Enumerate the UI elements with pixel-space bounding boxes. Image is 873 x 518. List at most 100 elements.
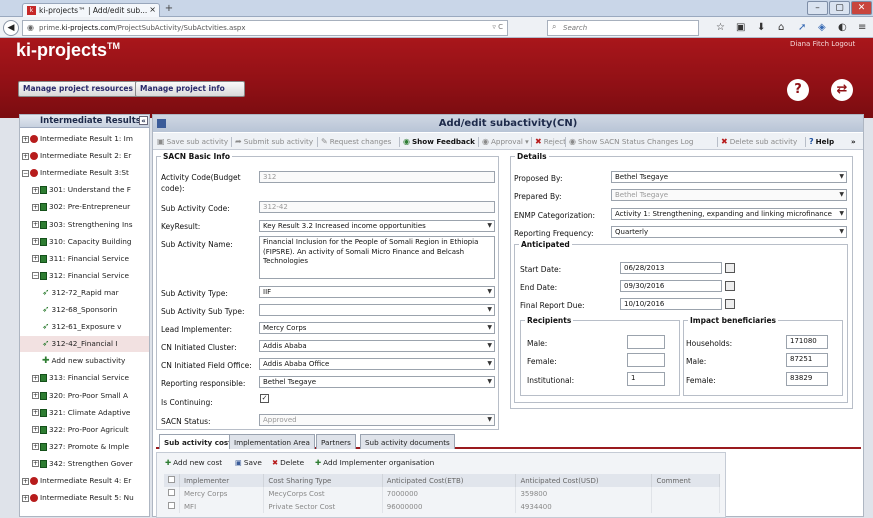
more-toolbar-icon[interactable]: » (851, 133, 856, 149)
add-implementer-organisation-button[interactable]: ✚ Add Implementer organisation (315, 456, 434, 470)
column-header[interactable]: Comment (651, 474, 720, 487)
row-checkbox[interactable] (168, 489, 175, 496)
sub-activity-name-textarea[interactable]: Financial Inclusion for the People of So… (259, 236, 495, 279)
expand-icon[interactable]: + (32, 460, 39, 468)
expand-icon[interactable]: + (32, 221, 39, 228)
end-date-input[interactable]: 09/30/2016 (620, 280, 722, 292)
tree-item[interactable]: + Intermediate Result 4: Er (20, 473, 149, 489)
key-result-select[interactable]: Key Result 3.2 Increased income opportun… (259, 220, 495, 232)
tree-item[interactable]: + Intermediate Result 5: Nu (20, 490, 149, 506)
table-row[interactable]: Mercy Corps MecyCorps Cost 7000000 35980… (164, 487, 720, 500)
browser-tab[interactable]: k ki-projects™ | Add/edit sub... × (22, 3, 160, 17)
start-date-input[interactable]: 06/28/2013 (620, 262, 722, 274)
switch-project-icon[interactable]: ⇄ (831, 79, 853, 101)
tree-item[interactable]: +311: Financial Service (20, 251, 149, 267)
expand-icon[interactable]: + (32, 443, 39, 451)
tree-item[interactable]: +313: Financial Service (20, 370, 149, 386)
tab-partners[interactable]: Partners (316, 434, 356, 449)
cluster-select[interactable]: Addis Ababa (259, 340, 495, 352)
tree-item[interactable]: +303: Strengthening Ins (20, 217, 149, 233)
tree-item[interactable]: + Intermediate Result 1: Im (20, 131, 149, 147)
bookmark-star-icon[interactable]: ☆ (716, 22, 725, 33)
field-office-select[interactable]: Addis Ababa Office (259, 358, 495, 370)
collapse-icon[interactable]: − (22, 169, 29, 177)
column-header[interactable]: Implementer (179, 474, 265, 487)
prepared-by-select[interactable]: Bethel Tsegaye (611, 189, 847, 201)
select-all-header[interactable] (164, 474, 180, 487)
select-all-checkbox[interactable] (168, 476, 175, 483)
tree-item[interactable]: ➶ 312-61_Exposure v (20, 319, 149, 335)
add-subactivity-item[interactable]: ✚ Add new subactivity (20, 353, 149, 369)
tree-item[interactable]: +320: Pro-Poor Small A (20, 388, 149, 404)
save-sub-activity-button[interactable]: ▣ Save sub activity (157, 133, 228, 149)
maximize-button[interactable]: ▢ (829, 1, 850, 15)
help-button[interactable]: ? Help (809, 133, 834, 149)
reporting-responsible-select[interactable]: Bethel Tsegaye (259, 376, 495, 388)
send-icon[interactable]: ➚ (798, 22, 806, 33)
tree-item[interactable]: ➶ 312-72_Rapid mar (20, 285, 149, 301)
recipients-institutional-input[interactable]: 1 (627, 372, 665, 386)
column-header[interactable]: Anticipated Cost(USD) (515, 474, 653, 487)
submit-sub-activity-button[interactable]: ➦ Submit sub activity (235, 133, 313, 149)
row-checkbox[interactable] (168, 502, 175, 509)
manage-project-resources-button[interactable]: Manage project resources (18, 81, 138, 97)
manage-project-info-button[interactable]: Manage project info (135, 81, 245, 97)
show-feedback-button[interactable]: ◉ Show Feedback (403, 133, 475, 149)
tab-sub-activity-cost[interactable]: Sub activity cost (159, 434, 237, 449)
tree-item[interactable]: ➶ 312-42_Financial I (20, 336, 149, 353)
new-tab-button[interactable]: + (162, 3, 176, 16)
collapse-panel-icon[interactable]: « (139, 116, 148, 125)
tree-item[interactable]: − 312: Financial Service (20, 268, 149, 284)
url-bar[interactable]: ◉ prime.ki-projects.com/ProjectSubActivi… (22, 20, 508, 36)
table-row[interactable]: MFI Private Sector Cost 96000000 4934400 (164, 500, 720, 513)
expand-icon[interactable]: + (22, 152, 29, 160)
sacn-status-select[interactable]: Approved (259, 414, 495, 426)
impact-female-input[interactable]: 83829 (786, 372, 828, 386)
home-icon[interactable]: ⌂ (778, 22, 784, 33)
tree-item[interactable]: +310: Capacity Building (20, 234, 149, 250)
final-report-input[interactable]: 10/10/2016 (620, 298, 722, 310)
search-input[interactable]: ⌕ Search (547, 20, 699, 36)
is-continuing-checkbox[interactable]: ✓ (260, 394, 269, 403)
reporting-frequency-select[interactable]: Quarterly (611, 226, 847, 238)
status-log-button[interactable]: ◉ Show SACN Status Changes Log (569, 133, 693, 149)
delete-sub-activity-button[interactable]: ✖ Delete sub activity (721, 133, 797, 149)
impact-male-input[interactable]: 87251 (786, 353, 828, 367)
expand-icon[interactable]: + (32, 409, 39, 417)
reading-list-icon[interactable]: ▣ (736, 22, 745, 33)
shield-icon[interactable]: ◈ (818, 22, 826, 33)
expand-icon[interactable]: + (32, 186, 39, 194)
tree-item[interactable]: +342: Strengthen Gover (20, 456, 149, 472)
expand-icon[interactable]: + (22, 494, 29, 502)
tab-close-icon[interactable]: × (149, 5, 156, 14)
user-links[interactable]: Diana Fitch Logout (790, 40, 855, 48)
download-icon[interactable]: ⬇ (757, 22, 765, 33)
close-window-button[interactable]: ✕ (851, 1, 872, 15)
expand-icon[interactable]: + (32, 392, 39, 399)
reload-icon[interactable]: ▿ C (492, 23, 503, 31)
grid-save-button[interactable]: ▣ Save (235, 456, 262, 470)
end-date-calendar-icon[interactable] (725, 281, 735, 291)
tree-item[interactable]: ➶ 312-68_Sponsorin (20, 302, 149, 318)
start-date-calendar-icon[interactable] (725, 263, 735, 273)
add-new-cost-button[interactable]: ✚ Add new cost (165, 456, 222, 470)
households-input[interactable]: 171080 (786, 335, 828, 349)
back-button[interactable]: ◀ (3, 20, 19, 36)
enmp-select[interactable]: Activity 1: Strengthening, expanding and… (611, 208, 847, 220)
recipients-female-input[interactable] (627, 353, 665, 367)
approval-button[interactable]: ◉ Approval ▾ (482, 133, 529, 149)
expand-icon[interactable]: + (32, 203, 39, 211)
expand-icon[interactable]: + (32, 238, 39, 246)
expand-icon[interactable]: + (32, 255, 39, 263)
tree-item[interactable]: + Intermediate Result 2: Er (20, 148, 149, 164)
recipients-male-input[interactable] (627, 335, 665, 349)
lead-implementer-select[interactable]: Mercy Corps (259, 322, 495, 334)
proposed-by-select[interactable]: Bethel Tsegaye (611, 171, 847, 183)
column-header[interactable]: Anticipated Cost(ETB) (382, 474, 517, 487)
collapse-icon[interactable]: − (32, 272, 39, 280)
final-report-calendar-icon[interactable] (725, 299, 735, 309)
grid-delete-button[interactable]: ✖ Delete (272, 456, 304, 470)
menu-icon[interactable]: ≡ (858, 22, 866, 33)
tree-item[interactable]: +327: Promote & Imple (20, 439, 149, 455)
sub-activity-code-field[interactable]: 312-42 (259, 201, 495, 213)
